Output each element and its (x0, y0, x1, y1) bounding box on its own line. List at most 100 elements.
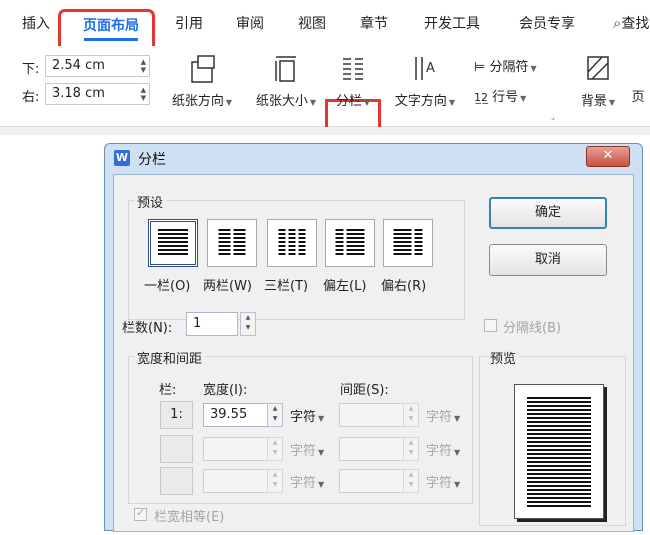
chevron-down-icon: ▼ (454, 414, 461, 423)
ribbon-group-launcher[interactable]: ⌟ (551, 112, 555, 121)
background-button[interactable]: 背景 ▼ (576, 52, 620, 120)
margin-bottom-label: 下: (22, 62, 40, 77)
margin-right-row: 右: 3.18 cm ▲ ▼ (0, 83, 160, 107)
background-label: 背景 (580, 94, 607, 109)
dialog-body: 预设 一栏(O) 两栏(W) 三栏(T) 偏左(L) 偏右(R) 确定 取消 栏… (113, 174, 634, 532)
orientation-label: 纸张方向 (171, 94, 224, 109)
chevron-down-icon: ▼ (309, 98, 317, 107)
svg-text:A: A (426, 61, 435, 76)
dialog-title-bar[interactable]: W 分栏 ✕ (105, 144, 642, 172)
columns-label: 分栏 (335, 94, 362, 109)
chevron-down-icon: ▼ (448, 98, 456, 107)
cancel-button[interactable]: 取消 (489, 244, 607, 276)
chevron-down-icon: ▼ (363, 98, 371, 107)
width-input-2 (203, 437, 268, 461)
width-input-1[interactable]: 39.55 (203, 403, 268, 427)
line-number-button[interactable]: 1̲2̲ 行号 ▼ (474, 86, 558, 108)
equal-width-checkbox[interactable]: ✓ (134, 506, 147, 521)
col-index-2 (160, 435, 193, 463)
paper-size-icon (275, 56, 296, 82)
num-cols-label: 栏数(N): (122, 321, 173, 336)
preset-right[interactable] (383, 219, 433, 267)
preset-two-columns-label[interactable]: 两栏(W) (203, 275, 252, 294)
preview-page (514, 384, 604, 519)
line-number-icon: 1̲2̲ (474, 91, 488, 104)
find-button[interactable]: ⌕查找 (613, 13, 649, 33)
width-spacing-title: 宽度和间距 (134, 348, 206, 367)
col-index-1: 1: (160, 401, 193, 429)
num-cols-input[interactable]: 1 (186, 312, 238, 336)
preset-left-label[interactable]: 偏左(L) (323, 275, 366, 294)
chevron-down-icon: ▼ (318, 414, 325, 423)
paper-size-button[interactable]: 纸张大小 ▼ (250, 52, 322, 120)
right-column-icon (393, 229, 423, 257)
num-cols-spinner[interactable]: ▲ ▼ (240, 312, 256, 336)
tab-references[interactable]: 引用 (175, 13, 203, 33)
separator-button[interactable]: ⊨ 分隔符 ▼ (474, 56, 558, 78)
dialog-title: 分栏 (138, 152, 166, 168)
presets-title: 预设 (134, 192, 167, 211)
tab-page-layout[interactable]: 页面布局 (83, 15, 139, 35)
text-direction-label: 文字方向 (394, 94, 447, 109)
spacing-input-2 (339, 437, 404, 461)
preset-three-columns-label[interactable]: 三栏(T) (264, 275, 308, 294)
separator-label: 分隔符 (489, 60, 529, 75)
tab-insert[interactable]: 插入 (22, 13, 50, 33)
paper-size-label: 纸张大小 (255, 94, 308, 109)
text-direction-icon: A (415, 57, 435, 80)
margin-bottom-input[interactable]: 2.54 cm ▲ ▼ (45, 55, 150, 77)
preset-right-label[interactable]: 偏右(R) (381, 275, 426, 294)
width-spinner-1[interactable]: ▲ ▼ (267, 403, 283, 427)
columns-icon (343, 58, 363, 80)
spacing-input-1 (339, 403, 404, 427)
margin-bottom-value: 2.54 cm (52, 58, 105, 73)
text-direction-button[interactable]: A 文字方向 ▼ (388, 52, 462, 120)
margin-right-value: 3.18 cm (52, 86, 105, 101)
preset-three-columns[interactable] (267, 219, 317, 267)
width-input-3 (203, 469, 268, 493)
width-unit-1[interactable]: 字符 ▼ (290, 406, 324, 425)
spacing-unit-1: 字符 ▼ (426, 410, 461, 425)
margin-right-label: 右: (22, 90, 40, 105)
columns-button[interactable]: 分栏 ▼ (328, 52, 378, 120)
spacing-spinner-3: ▲ ▼ (403, 469, 419, 493)
ribbon-toolbar: 下: 2.54 cm ▲ ▼ 右: 3.18 cm ▲ ▼ 纸张方向 ▼ 纸张大小 ▼ 分栏… (0, 46, 650, 171)
two-columns-icon (218, 229, 246, 257)
wps-writer-icon: W (114, 150, 130, 166)
page-border-button[interactable]: 页 (626, 52, 650, 120)
orientation-icon (191, 55, 215, 83)
preset-left[interactable] (325, 219, 375, 267)
tab-member[interactable]: 会员专享 (519, 13, 575, 33)
spacing-spinner-2: ▲ ▼ (403, 437, 419, 461)
preset-two-columns[interactable] (207, 219, 257, 267)
ribbon-tab-bar: 插入 页面布局 引用 审阅 视图 章节 开发工具 会员专享 ⌕查找 (0, 0, 650, 53)
spinner-icon[interactable]: ▲ ▼ (141, 58, 146, 74)
tab-view[interactable]: 视图 (298, 13, 326, 33)
preview-title: 预览 (487, 348, 520, 367)
preset-one-column-label[interactable]: 一栏(O) (144, 275, 190, 294)
three-columns-icon (278, 229, 306, 257)
tab-review[interactable]: 审阅 (236, 13, 264, 33)
tab-developer[interactable]: 开发工具 (424, 13, 480, 33)
width-value-1: 39.55 (210, 407, 248, 422)
ok-button[interactable]: 确定 (489, 197, 607, 229)
separator-checkbox[interactable] (484, 319, 497, 332)
left-column-icon (335, 229, 365, 257)
col-index-3 (160, 467, 193, 495)
separator-checkbox-label[interactable]: 分隔线(B) (503, 317, 561, 336)
check-icon: ✓ (136, 506, 146, 519)
spinner-icon[interactable]: ▲ ▼ (141, 86, 146, 102)
equal-width-label[interactable]: 栏宽相等(E) (154, 506, 224, 525)
separator-icon: ⊨ (474, 60, 486, 75)
chevron-down-icon: ▼ (530, 64, 537, 73)
active-tab-underline (84, 38, 138, 41)
margin-right-input[interactable]: 3.18 cm ▲ ▼ (45, 83, 150, 105)
orientation-button[interactable]: 纸张方向 ▼ (166, 52, 238, 120)
spacing-unit-3: 字符 ▼ (426, 476, 461, 491)
close-button[interactable]: ✕ (586, 146, 630, 167)
tab-chapter[interactable]: 章节 (360, 13, 388, 33)
chevron-down-icon: ▼ (318, 448, 325, 457)
spacing-input-3 (339, 469, 404, 493)
background-icon (587, 56, 609, 80)
preset-one-column[interactable] (148, 219, 198, 267)
